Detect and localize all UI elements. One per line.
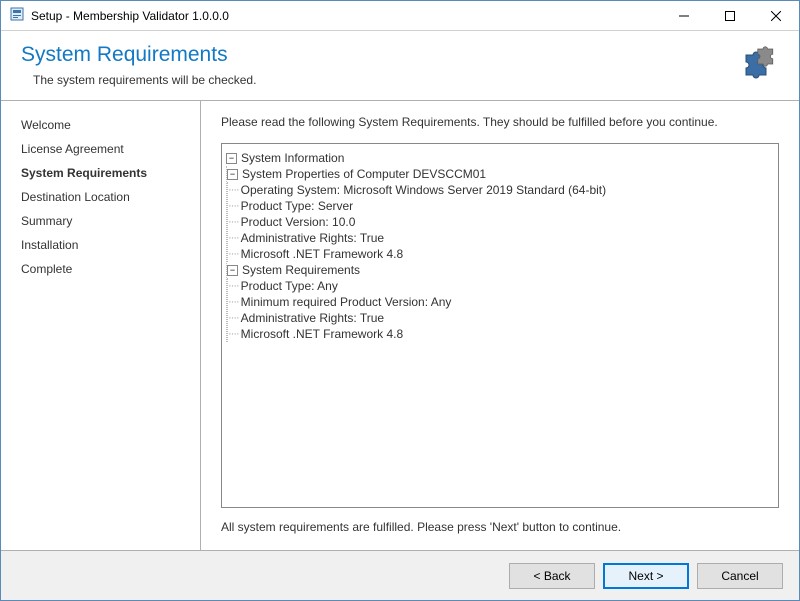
- next-button[interactable]: Next >: [603, 563, 689, 589]
- tree-label: System Properties of Computer DEVSCCM01: [242, 166, 486, 182]
- tree-branch[interactable]: − System Properties of Computer DEVSCCM0…: [227, 166, 774, 182]
- tree-leaf: ···· Product Type: Server: [228, 198, 774, 214]
- tree-connector: ····: [228, 230, 239, 246]
- window-controls: [661, 1, 799, 30]
- tree-label: Microsoft .NET Framework 4.8: [241, 246, 403, 262]
- titlebar: Setup - Membership Validator 1.0.0.0: [1, 1, 799, 31]
- content: Please read the following System Require…: [201, 101, 799, 550]
- tree-connector: ····: [228, 182, 239, 198]
- tree-leaf: ···· Product Version: 10.0: [228, 214, 774, 230]
- tree-connector: ····: [228, 278, 239, 294]
- maximize-button[interactable]: [707, 1, 753, 30]
- tree-leaf: ···· Microsoft .NET Framework 4.8: [228, 326, 774, 342]
- tree-branch[interactable]: − System Requirements: [227, 262, 774, 278]
- tree-label: Product Type: Any: [241, 278, 338, 294]
- setup-window: Setup - Membership Validator 1.0.0.0 Sys…: [0, 0, 800, 601]
- tree-leaf: ···· Microsoft .NET Framework 4.8: [228, 246, 774, 262]
- tree-label: Operating System: Microsoft Windows Serv…: [241, 182, 606, 198]
- tree-connector: ····: [228, 294, 239, 310]
- tree-leaf: ···· Administrative Rights: True: [228, 310, 774, 326]
- page-subtitle: The system requirements will be checked.: [33, 73, 779, 87]
- tree-label: System Requirements: [242, 262, 360, 278]
- tree-connector: ····: [228, 198, 239, 214]
- tree-label: Administrative Rights: True: [241, 230, 384, 246]
- puzzle-icon: [739, 41, 787, 92]
- tree-branch[interactable]: − System Information: [226, 150, 774, 166]
- tree-leaf: ···· Administrative Rights: True: [228, 230, 774, 246]
- tree-leaf: ···· Product Type: Any: [228, 278, 774, 294]
- tree-leaf: ···· Operating System: Microsoft Windows…: [228, 182, 774, 198]
- setup-icon: [9, 6, 25, 25]
- expander-icon[interactable]: −: [227, 169, 238, 180]
- requirements-tree[interactable]: − System Information− System Properties …: [221, 143, 779, 508]
- expander-icon[interactable]: −: [226, 153, 237, 164]
- tree-label: Minimum required Product Version: Any: [241, 294, 452, 310]
- tree-label: System Information: [241, 150, 344, 166]
- footer: < Back Next > Cancel: [1, 550, 799, 600]
- tree-label: Microsoft .NET Framework 4.8: [241, 326, 403, 342]
- tree-connector: ····: [228, 246, 239, 262]
- cancel-button[interactable]: Cancel: [697, 563, 783, 589]
- instruction-text: Please read the following System Require…: [221, 115, 779, 129]
- tree-connector: ····: [228, 326, 239, 342]
- tree-label: Administrative Rights: True: [241, 310, 384, 326]
- sidebar-step[interactable]: Complete: [21, 257, 200, 281]
- tree-label: Product Version: 10.0: [241, 214, 356, 230]
- header: System Requirements The system requireme…: [1, 31, 799, 101]
- sidebar-step[interactable]: Destination Location: [21, 185, 200, 209]
- body: WelcomeLicense AgreementSystem Requireme…: [1, 101, 799, 550]
- back-button[interactable]: < Back: [509, 563, 595, 589]
- sidebar-step[interactable]: Installation: [21, 233, 200, 257]
- expander-icon[interactable]: −: [227, 265, 238, 276]
- window-title: Setup - Membership Validator 1.0.0.0: [31, 9, 661, 23]
- close-button[interactable]: [753, 1, 799, 30]
- status-text: All system requirements are fulfilled. P…: [221, 508, 779, 540]
- sidebar-step[interactable]: Summary: [21, 209, 200, 233]
- sidebar: WelcomeLicense AgreementSystem Requireme…: [1, 101, 201, 550]
- tree-connector: ····: [228, 214, 239, 230]
- tree-leaf: ···· Minimum required Product Version: A…: [228, 294, 774, 310]
- page-title: System Requirements: [21, 43, 779, 67]
- tree-label: Product Type: Server: [241, 198, 354, 214]
- sidebar-step[interactable]: License Agreement: [21, 137, 200, 161]
- tree-connector: ····: [228, 310, 239, 326]
- sidebar-step[interactable]: Welcome: [21, 113, 200, 137]
- minimize-button[interactable]: [661, 1, 707, 30]
- sidebar-step[interactable]: System Requirements: [21, 161, 200, 185]
